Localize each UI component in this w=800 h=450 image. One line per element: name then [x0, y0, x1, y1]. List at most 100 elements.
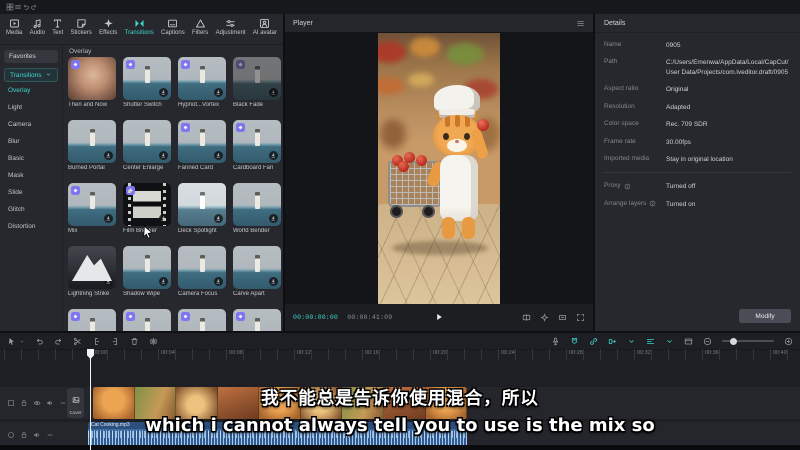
select-tool-icon[interactable]: [7, 337, 16, 346]
favorites-button[interactable]: Favorites: [4, 50, 58, 63]
transition-tile-shadow-wipe[interactable]: Shadow Wipe: [123, 246, 171, 297]
sidebar-item-basic[interactable]: Basic: [0, 150, 62, 167]
transition-thumbnail: [123, 120, 171, 163]
download-badge: [104, 214, 113, 223]
tab-stickers[interactable]: Stickers: [70, 16, 93, 44]
split-screen-icon[interactable]: [522, 313, 531, 322]
transition-tile-mix[interactable]: Mix: [68, 183, 116, 234]
record-voiceover-icon[interactable]: [551, 337, 560, 346]
vip-icon: [238, 62, 243, 67]
transition-tile-fanned-card[interactable]: Fanned Card: [178, 120, 226, 171]
detail-value: Original: [666, 85, 688, 94]
tab-media[interactable]: Media: [5, 16, 23, 44]
transition-tile-hypnot-vortex[interactable]: Hypnot...Vortex: [178, 57, 226, 108]
transition-tile-item[interactable]: [233, 309, 281, 331]
modify-button[interactable]: Modify: [739, 309, 791, 323]
vip-icon: [238, 125, 243, 130]
transition-tile-then-and-now[interactable]: Then and Now: [68, 57, 116, 108]
zoom-in-icon[interactable]: [784, 337, 793, 346]
transition-tile-item[interactable]: [178, 309, 226, 331]
tomato: [398, 161, 409, 172]
undo-icon[interactable]: [35, 337, 44, 346]
transition-tile-deck-spotlight[interactable]: Deck Spotlight: [178, 183, 226, 234]
tab-ai-avatar[interactable]: AI avatar: [252, 16, 278, 44]
transition-tile-cardboard-fan[interactable]: Cardboard Fan: [233, 120, 281, 171]
vip-badge: [71, 312, 80, 321]
fullscreen-icon[interactable]: [576, 313, 585, 322]
transition-tile-carve-apart[interactable]: Carve Apart: [233, 246, 281, 297]
transition-tile-world-bender[interactable]: World Bender: [233, 183, 281, 234]
snapshot-icon[interactable]: [540, 313, 549, 322]
detail-label: Resolution: [604, 103, 666, 112]
snap-magnet-icon[interactable]: [570, 337, 579, 346]
transition-thumbnail: [178, 183, 226, 226]
preview-axis-icon[interactable]: [684, 337, 693, 346]
play-button-icon[interactable]: [434, 312, 444, 322]
transition-tile-shutter-switch[interactable]: Shutter Switch: [123, 57, 171, 108]
tab-audio[interactable]: Audio: [29, 16, 46, 44]
transition-tile-item[interactable]: [68, 309, 116, 331]
ruler-tick: 00:08: [229, 350, 243, 356]
filters-icon: [195, 18, 206, 29]
duration-timecode: 00:00:41:09: [347, 314, 392, 321]
aspect-ratio-icon[interactable]: [558, 313, 567, 322]
auto-ripple-caret-icon[interactable]: [627, 337, 636, 346]
transition-name: World Bender: [233, 228, 281, 234]
transition-tile-camera-focus[interactable]: Camera Focus: [178, 246, 226, 297]
transition-tile-center-enlarge[interactable]: Center Enlarge: [123, 120, 171, 171]
app-menu-icon[interactable]: [14, 3, 22, 11]
detail-value: 0905: [666, 41, 680, 50]
vip-badge: [181, 60, 190, 69]
sidebar-item-light[interactable]: Light: [0, 99, 62, 116]
transitions-category-button[interactable]: Transitions: [4, 68, 58, 82]
link-preview-icon[interactable]: [589, 337, 598, 346]
timeline-zoom-slider[interactable]: [722, 340, 774, 342]
tab-text[interactable]: Text: [51, 16, 64, 44]
mirror-icon[interactable]: [149, 337, 158, 346]
timeline-ruler[interactable]: 00:0000:0400:0800:1200:1600:2000:2400:28…: [0, 349, 800, 360]
sidebar-item-mask[interactable]: Mask: [0, 167, 62, 184]
tab-transitions[interactable]: Transitions: [124, 16, 155, 44]
video-preview[interactable]: [378, 33, 500, 304]
zoom-out-icon[interactable]: [703, 337, 712, 346]
transition-thumbnail: [123, 57, 171, 100]
transition-tile-lightning-strike[interactable]: Lightning Strike: [68, 246, 116, 297]
redo-icon[interactable]: [54, 337, 63, 346]
tab-filters[interactable]: Filters: [191, 16, 209, 44]
detail-label: Proxy: [604, 182, 666, 191]
sidebar-item-overlay[interactable]: Overlay: [0, 82, 62, 99]
transition-tile-film-breaker[interactable]: Film Breaker: [123, 183, 171, 234]
split-icon[interactable]: [73, 337, 82, 346]
sidebar-item-glitch[interactable]: Glitch: [0, 201, 62, 218]
download-badge: [269, 88, 278, 97]
details-title: Details: [595, 14, 800, 33]
app-redo-icon[interactable]: [30, 3, 38, 11]
sidebar-item-slide[interactable]: Slide: [0, 184, 62, 201]
track-mode-icon[interactable]: [646, 337, 655, 346]
tab-adjustment[interactable]: Adjustment: [215, 16, 247, 44]
effects-icon: [103, 18, 114, 29]
app-undo-icon[interactable]: [22, 3, 30, 11]
cat-eye: [443, 133, 449, 140]
download-icon: [105, 278, 112, 285]
delete-left-icon[interactable]: [92, 337, 101, 346]
sidebar-item-distortion[interactable]: Distortion: [0, 218, 62, 235]
select-tool-caret-icon[interactable]: [19, 337, 25, 346]
tab-effects[interactable]: Effects: [98, 16, 118, 44]
delete-icon[interactable]: [130, 337, 139, 346]
zoom-slider-handle[interactable]: [730, 338, 737, 345]
transition-tile-black-fade[interactable]: Black Fade: [233, 57, 281, 108]
player-menu-icon[interactable]: [576, 19, 585, 28]
app-grid-icon[interactable]: [6, 3, 14, 11]
delete-right-icon[interactable]: [111, 337, 120, 346]
transition-tile-item[interactable]: [123, 309, 171, 331]
ruler-tick: 00:20: [433, 350, 447, 356]
transition-tile-burned-portal[interactable]: Burned Portal: [68, 120, 116, 171]
auto-ripple-icon[interactable]: [608, 337, 617, 346]
tab-captions[interactable]: Captions: [160, 16, 186, 44]
sidebar-item-camera[interactable]: Camera: [0, 116, 62, 133]
track-mode-caret-icon[interactable]: [665, 337, 674, 346]
transition-name: Deck Spotlight: [178, 228, 226, 234]
sidebar-item-blur[interactable]: Blur: [0, 133, 62, 150]
bottom-strip: [0, 445, 800, 450]
